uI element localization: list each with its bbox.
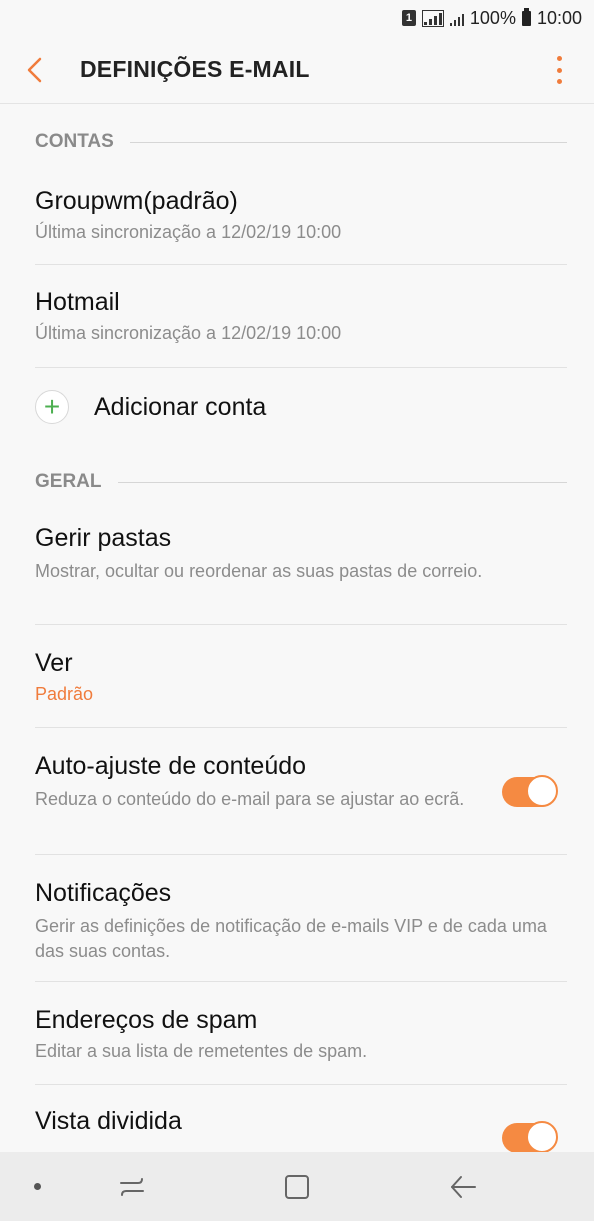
add-account-label: Adicionar conta bbox=[94, 392, 267, 421]
navigation-bar bbox=[0, 1152, 594, 1221]
item-title: Auto-ajuste de conteúdo bbox=[35, 752, 307, 780]
item-subtitle: Última sincronização a 12/02/19 10:00 bbox=[35, 222, 342, 242]
add-account-button[interactable]: + Adicionar conta bbox=[0, 368, 594, 446]
settings-list: CONTAS Groupwm(padrão) Última sincroniza… bbox=[0, 105, 594, 1165]
account-item-groupwm[interactable]: Groupwm(padrão) Última sincronização a 1… bbox=[0, 179, 594, 265]
item-title: Ver bbox=[35, 649, 73, 677]
item-subtitle: Gerir as definições de notificação de e-… bbox=[35, 916, 547, 961]
section-header-accounts: CONTAS bbox=[0, 105, 594, 179]
item-value: Padrão bbox=[35, 684, 94, 704]
status-bar: 1 100% 10:00 bbox=[0, 0, 594, 36]
section-title: CONTAS bbox=[35, 131, 114, 152]
auto-fit-toggle[interactable] bbox=[502, 775, 558, 807]
spam-addresses-item[interactable]: Endereços de spam Editar a sua lista de … bbox=[0, 982, 594, 1085]
back-button[interactable] bbox=[0, 36, 80, 104]
plus-icon: + bbox=[35, 390, 69, 424]
auto-fit-content-item[interactable]: Auto-ajuste de conteúdo Reduza o conteúd… bbox=[0, 728, 594, 855]
battery-percent: 100% bbox=[469, 7, 516, 28]
account-item-hotmail[interactable]: Hotmail Última sincronização a 12/02/19 … bbox=[0, 265, 594, 368]
manage-folders-item[interactable]: Gerir pastas Mostrar, ocultar ou reorden… bbox=[0, 518, 594, 625]
notifications-item[interactable]: Notificações Gerir as definições de noti… bbox=[0, 855, 594, 982]
item-title: Gerir pastas bbox=[35, 524, 172, 552]
more-options-button[interactable] bbox=[552, 56, 566, 84]
clock: 10:00 bbox=[536, 7, 582, 28]
cell-signal-icon bbox=[449, 10, 464, 26]
back-icon[interactable] bbox=[449, 1174, 477, 1200]
back-arrow-icon bbox=[27, 57, 42, 82]
recent-apps-icon[interactable] bbox=[118, 1174, 146, 1200]
wifi-signal-icon bbox=[421, 9, 444, 27]
item-subtitle: Reduza o conteúdo do e-mail para se ajus… bbox=[35, 789, 465, 809]
page-title: DEFINIÇÕES E-MAIL bbox=[80, 56, 310, 82]
home-icon[interactable] bbox=[284, 1174, 310, 1200]
item-title: Notificações bbox=[35, 879, 172, 907]
view-item[interactable]: Ver Padrão bbox=[0, 625, 594, 728]
split-view-toggle[interactable] bbox=[502, 1121, 558, 1153]
item-title: Vista dividida bbox=[35, 1107, 182, 1135]
section-title: GERAL bbox=[35, 471, 102, 492]
item-title: Endereços de spam bbox=[35, 1006, 258, 1034]
more-options-icon bbox=[556, 56, 562, 61]
item-subtitle: Última sincronização a 12/02/19 10:00 bbox=[35, 323, 342, 343]
section-header-general: GERAL bbox=[0, 446, 594, 518]
item-title: Hotmail bbox=[35, 288, 120, 316]
item-subtitle: Mostrar, ocultar ou reordenar as suas pa… bbox=[35, 561, 483, 581]
app-bar: DEFINIÇÕES E-MAIL bbox=[0, 36, 594, 104]
item-title: Groupwm(padrão) bbox=[35, 187, 238, 215]
sim-icon: 1 bbox=[401, 10, 416, 26]
item-subtitle: Editar a sua lista de remetentes de spam… bbox=[35, 1041, 368, 1061]
battery-icon bbox=[521, 7, 531, 26]
nav-indicator-dot bbox=[34, 1183, 41, 1190]
